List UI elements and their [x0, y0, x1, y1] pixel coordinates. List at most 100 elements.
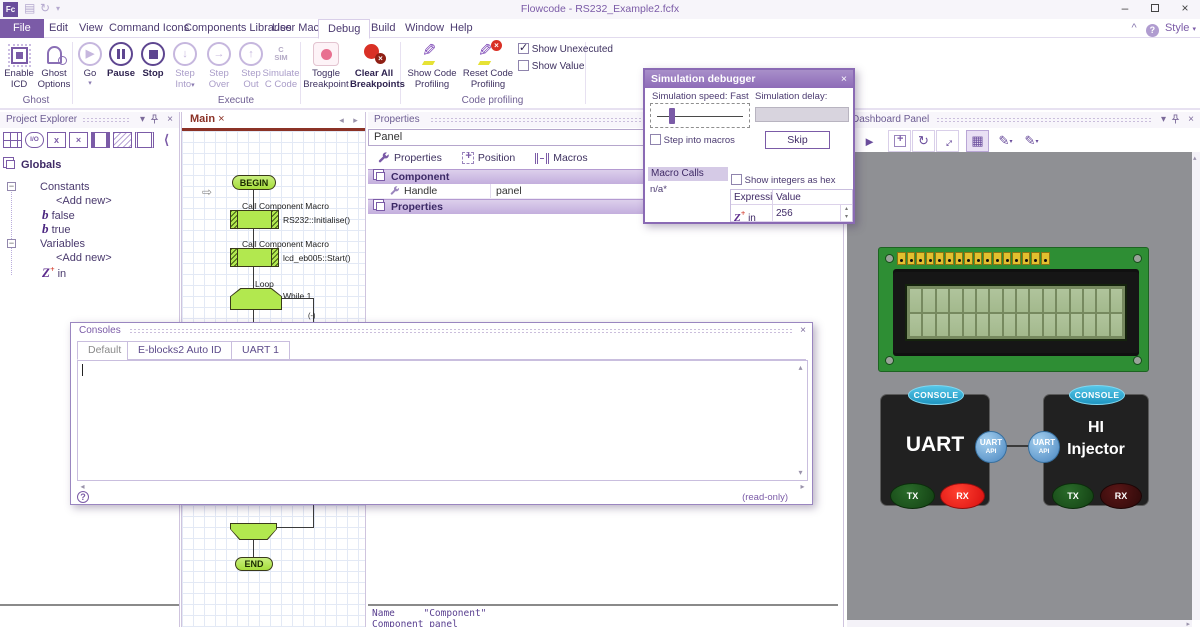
close-icon[interactable]: × [167, 114, 173, 126]
scroll-right-icon[interactable]: ▸ [797, 482, 808, 492]
close-icon[interactable]: × [841, 70, 847, 88]
column-header-value[interactable]: Value [773, 190, 852, 205]
call-macro-block-rs232[interactable] [230, 210, 279, 229]
chevron-down-icon[interactable]: ▾ [140, 114, 145, 126]
pencil-draw-icon[interactable]: ✎▾ [994, 130, 1017, 152]
pause-button[interactable]: Pause [105, 41, 137, 80]
tab-uart-1[interactable]: UART 1 [231, 341, 290, 360]
icon-decision[interactable]: × [69, 132, 88, 148]
loop-start-block[interactable] [230, 288, 282, 310]
grid-icon[interactable]: ▦ [966, 130, 989, 152]
enable-icd-button[interactable]: Enable ICD [2, 41, 36, 90]
horizontal-scrollbar[interactable]: ◂ ▸ [77, 481, 808, 492]
style-button[interactable]: Style ▾ [1162, 22, 1196, 34]
reset-code-profiling-button[interactable]: ✎× Reset Code Profiling [462, 41, 514, 90]
icon-macro[interactable] [113, 132, 132, 148]
loop-collapse-label[interactable]: (-) [308, 311, 316, 320]
uart-tx-pin[interactable]: TX [890, 483, 935, 509]
call-macro-block-lcd[interactable] [230, 248, 279, 267]
close-icon[interactable]: × [1188, 114, 1194, 126]
step-into-macros-checkbox[interactable]: Step into macros [650, 134, 735, 146]
step-over-button[interactable]: → Step Over [203, 41, 235, 90]
skip-button[interactable]: Skip [765, 131, 830, 149]
step-into-button[interactable]: ↓ Step Into▾ [168, 41, 202, 90]
help-icon[interactable]: ? [1146, 24, 1159, 37]
tree-item-add-new-variable[interactable]: <Add new> [56, 252, 112, 264]
ghost-options-button[interactable]: Ghost Options [37, 41, 71, 90]
pin-icon[interactable] [150, 114, 159, 128]
go-button[interactable]: ▶ Go ▾ [77, 41, 103, 87]
scroll-up-icon[interactable]: ▴ [795, 363, 806, 373]
show-hex-checkbox[interactable]: Show integers as hex [731, 174, 835, 186]
icon-c-code[interactable] [135, 132, 154, 148]
tab-main[interactable]: Main × [190, 113, 225, 125]
icon-comment[interactable]: ⟨ [157, 132, 176, 148]
menu-file[interactable]: File [0, 19, 44, 38]
scroll-down-icon[interactable]: ▾ [795, 468, 806, 478]
tab-default[interactable]: Default [77, 341, 132, 360]
property-value[interactable]: panel [496, 184, 522, 199]
stop-button[interactable]: Stop [139, 41, 167, 80]
close-icon[interactable]: × [800, 325, 806, 337]
spinner-down-icon[interactable]: ▾ [840, 213, 852, 222]
vertical-scrollbar[interactable]: ▴ ▾ [794, 361, 807, 480]
hi-api-badge[interactable]: UART API [1028, 431, 1060, 463]
menu-debug[interactable]: Debug [318, 19, 370, 39]
lcd-display-component[interactable] [878, 247, 1149, 372]
tree-item-variables[interactable]: Variables [40, 238, 85, 250]
tree-item-constants[interactable]: Constants [40, 181, 90, 193]
uart-rx-pin[interactable]: RX [940, 483, 985, 509]
tab-eblocks2-auto-id[interactable]: E-blocks2 Auto ID [127, 341, 232, 360]
simulate-c-code-button[interactable]: CSIM Simulate C Code [260, 41, 302, 90]
help-icon[interactable]: ? [77, 491, 89, 503]
end-block[interactable]: END [235, 557, 273, 571]
tree-item-globals[interactable]: Globals [6, 159, 61, 171]
dashboard-canvas[interactable]: CONSOLE UART UART API TX RX CONSOLE HI I… [847, 152, 1193, 620]
icon-connection-point[interactable] [91, 132, 110, 148]
pin-icon[interactable] [1171, 114, 1180, 128]
speed-slider-thumb[interactable] [669, 108, 675, 124]
vertical-scrollbar[interactable]: ▴ [1192, 152, 1200, 620]
simulation-delay-input[interactable] [755, 107, 849, 122]
tab-properties[interactable]: Properties [378, 152, 442, 164]
hi-console-badge[interactable]: CONSOLE [1069, 385, 1125, 405]
rotate-icon[interactable]: ↻ [912, 130, 935, 152]
close-button[interactable]: × [1170, 0, 1200, 18]
tab-macros[interactable]: Macros [535, 152, 587, 164]
loop-end-block[interactable] [230, 523, 277, 540]
icon-expression[interactable]: x [47, 132, 66, 148]
column-header-expression[interactable]: Expressi... [731, 190, 773, 205]
hi-injector-component[interactable]: CONSOLE HI Injector UART API TX RX [1043, 394, 1149, 506]
chevron-down-icon[interactable]: ▾ [1161, 114, 1166, 126]
tree-item-add-new-constant[interactable]: <Add new> [56, 195, 112, 207]
restore-button[interactable] [1140, 0, 1170, 18]
uart-component[interactable]: CONSOLE UART UART API TX RX [880, 394, 990, 506]
clear-all-breakpoints-button[interactable]: × Clear All Breakpoints [350, 41, 398, 90]
tab-scroll-left-icon[interactable]: ◂ [336, 115, 347, 125]
resize-icon[interactable]: ↔ [936, 130, 959, 152]
collapse-box-icon[interactable]: − [7, 239, 16, 248]
tree-item-true[interactable]: b true [42, 221, 71, 237]
show-unexecuted-checkbox[interactable]: Show Unexecuted [518, 43, 613, 55]
uart-api-badge[interactable]: UART API [975, 431, 1007, 463]
show-code-profiling-button[interactable]: ✎ Show Code Profiling [404, 41, 460, 90]
simulation-debugger-titlebar[interactable]: Simulation debugger × [645, 70, 853, 88]
hi-tx-pin[interactable]: TX [1052, 483, 1094, 509]
uart-console-badge[interactable]: CONSOLE [908, 385, 964, 405]
move-icon[interactable] [888, 130, 911, 152]
tab-position[interactable]: Position [462, 152, 515, 164]
console-output-area[interactable]: ▴ ▾ [77, 360, 808, 481]
spinner-up-icon[interactable]: ▴ [840, 205, 852, 213]
tab-scroll-right-icon[interactable]: ▸ [350, 115, 361, 125]
tab-close-icon[interactable]: × [218, 113, 224, 125]
icon-calculation[interactable] [3, 132, 22, 148]
pencil-style-icon[interactable]: ✎▾ [1020, 130, 1043, 152]
show-value-checkbox[interactable]: Show Value [518, 60, 584, 72]
menu-help[interactable]: Help [441, 19, 482, 38]
collapse-box-icon[interactable]: − [7, 182, 16, 191]
hi-rx-pin[interactable]: RX [1100, 483, 1142, 509]
watch-row-value[interactable]: 256 ▴ ▾ [773, 205, 852, 222]
collapse-ribbon-icon[interactable]: ^ [1131, 22, 1142, 34]
icon-input-output[interactable]: I/O [25, 132, 44, 148]
toggle-breakpoint-button[interactable]: Toggle Breakpoint [303, 41, 349, 90]
